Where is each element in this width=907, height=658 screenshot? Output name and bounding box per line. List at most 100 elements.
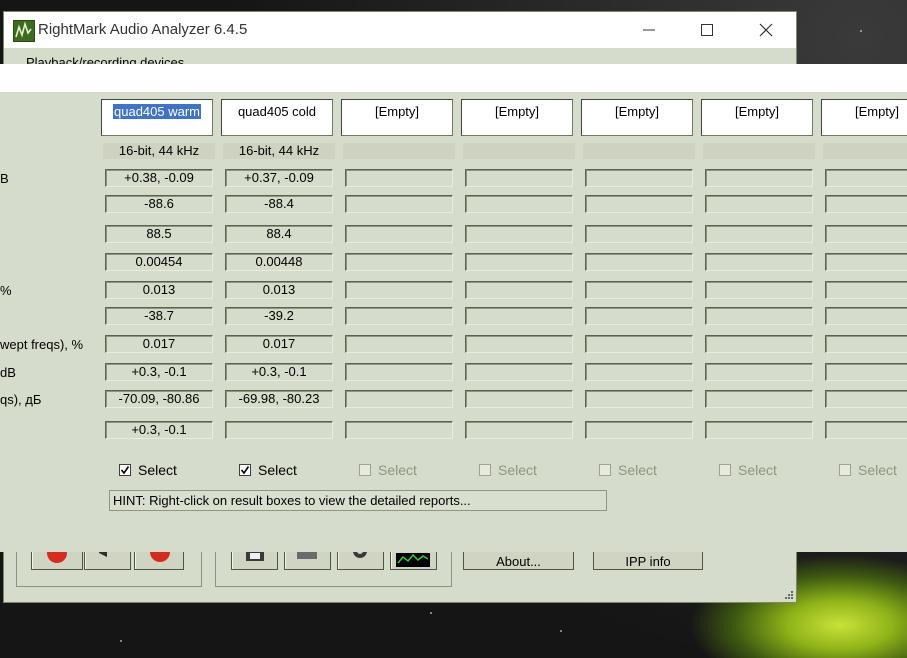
column-header-5[interactable]: [Empty] <box>581 99 693 136</box>
result-box[interactable] <box>345 281 453 299</box>
result-box[interactable]: -38.7 <box>105 307 213 325</box>
main-titlebar[interactable]: RightMark Audio Analyzer 6.4.5 <box>4 12 796 48</box>
checkbox-checked-icon[interactable] <box>239 464 251 476</box>
column-header-text: [Empty] <box>614 104 660 119</box>
result-box[interactable]: 0.00448 <box>225 253 333 271</box>
result-box[interactable]: +0.3, -0.1 <box>105 421 213 439</box>
result-box[interactable] <box>345 195 453 213</box>
select-checkbox-6[interactable]: Select <box>719 462 777 478</box>
result-box[interactable] <box>825 195 907 213</box>
result-box[interactable] <box>705 225 813 243</box>
checkbox-empty-icon[interactable] <box>719 464 731 476</box>
result-box[interactable]: -69.98, -80.23 <box>225 390 333 408</box>
result-box[interactable] <box>465 281 573 299</box>
result-box[interactable] <box>585 225 693 243</box>
column-header-7[interactable]: [Empty] <box>821 99 907 136</box>
result-box[interactable]: -39.2 <box>225 307 333 325</box>
result-box[interactable] <box>705 335 813 353</box>
result-box[interactable]: 88.4 <box>225 225 333 243</box>
result-box[interactable]: 0.013 <box>225 281 333 299</box>
result-box[interactable] <box>585 335 693 353</box>
result-box[interactable] <box>825 390 907 408</box>
comparison-titlebar[interactable] <box>0 64 907 92</box>
result-box[interactable]: 0.00454 <box>105 253 213 271</box>
result-box[interactable] <box>585 281 693 299</box>
select-checkbox-2[interactable]: Select <box>239 462 297 478</box>
result-box[interactable]: 0.017 <box>225 335 333 353</box>
result-box[interactable]: +0.38, -0.09 <box>105 169 213 187</box>
result-box[interactable] <box>345 169 453 187</box>
result-box[interactable]: +0.3, -0.1 <box>225 363 333 381</box>
result-box[interactable] <box>825 363 907 381</box>
result-box[interactable] <box>705 421 813 439</box>
select-checkbox-5[interactable]: Select <box>599 462 657 478</box>
result-box[interactable] <box>825 225 907 243</box>
maximize-button[interactable] <box>678 12 736 48</box>
result-box[interactable] <box>465 390 573 408</box>
result-box[interactable] <box>705 363 813 381</box>
select-checkbox-3[interactable]: Select <box>359 462 417 478</box>
column-header-2[interactable]: quad405 cold <box>221 99 333 136</box>
result-box[interactable] <box>825 421 907 439</box>
result-box[interactable]: -88.4 <box>225 195 333 213</box>
result-box[interactable] <box>345 253 453 271</box>
result-box[interactable] <box>345 225 453 243</box>
result-box[interactable] <box>465 421 573 439</box>
result-box[interactable] <box>705 390 813 408</box>
result-box[interactable] <box>825 253 907 271</box>
result-box[interactable] <box>705 307 813 325</box>
select-checkbox-1[interactable]: Select <box>119 462 177 478</box>
result-box[interactable] <box>705 281 813 299</box>
result-box[interactable] <box>825 169 907 187</box>
checkbox-empty-icon[interactable] <box>359 464 371 476</box>
result-box[interactable]: 0.017 <box>105 335 213 353</box>
result-box[interactable] <box>825 307 907 325</box>
result-box[interactable] <box>705 169 813 187</box>
result-box[interactable] <box>345 307 453 325</box>
column-header-6[interactable]: [Empty] <box>701 99 813 136</box>
close-button[interactable] <box>737 12 795 48</box>
select-checkbox-7[interactable]: Select <box>839 462 897 478</box>
result-box[interactable] <box>465 169 573 187</box>
column-header-1[interactable]: quad405 warm <box>101 99 213 136</box>
checkbox-empty-icon[interactable] <box>479 464 491 476</box>
result-box[interactable]: -70.09, -80.86 <box>105 390 213 408</box>
result-box[interactable] <box>825 281 907 299</box>
result-box[interactable] <box>585 169 693 187</box>
checkbox-empty-icon[interactable] <box>839 464 851 476</box>
result-box[interactable] <box>705 253 813 271</box>
resize-grip-icon[interactable] <box>784 590 794 600</box>
result-box[interactable]: +0.37, -0.09 <box>225 169 333 187</box>
result-box[interactable] <box>585 195 693 213</box>
result-box[interactable] <box>345 390 453 408</box>
select-checkbox-4[interactable]: Select <box>479 462 537 478</box>
result-box[interactable] <box>225 421 333 439</box>
result-box[interactable] <box>585 421 693 439</box>
format-cell <box>823 143 907 159</box>
result-box[interactable] <box>465 363 573 381</box>
result-box[interactable] <box>465 195 573 213</box>
result-box[interactable] <box>705 195 813 213</box>
result-box[interactable] <box>345 421 453 439</box>
result-box[interactable] <box>345 335 453 353</box>
result-box[interactable] <box>585 253 693 271</box>
result-box[interactable] <box>345 363 453 381</box>
result-box[interactable] <box>585 307 693 325</box>
result-box[interactable]: 0.013 <box>105 281 213 299</box>
checkbox-empty-icon[interactable] <box>599 464 611 476</box>
result-box[interactable] <box>585 390 693 408</box>
checkbox-checked-icon[interactable] <box>119 464 131 476</box>
result-box[interactable]: -88.6 <box>105 195 213 213</box>
column-header-3[interactable]: [Empty] <box>341 99 453 136</box>
result-box[interactable] <box>465 335 573 353</box>
result-box[interactable]: +0.3, -0.1 <box>105 363 213 381</box>
result-box[interactable] <box>585 363 693 381</box>
minimize-button[interactable] <box>620 12 678 48</box>
column-header-text: quad405 cold <box>237 104 317 119</box>
result-box[interactable] <box>465 307 573 325</box>
column-header-4[interactable]: [Empty] <box>461 99 573 136</box>
result-box[interactable] <box>465 253 573 271</box>
result-box[interactable]: 88.5 <box>105 225 213 243</box>
result-box[interactable] <box>825 335 907 353</box>
result-box[interactable] <box>465 225 573 243</box>
